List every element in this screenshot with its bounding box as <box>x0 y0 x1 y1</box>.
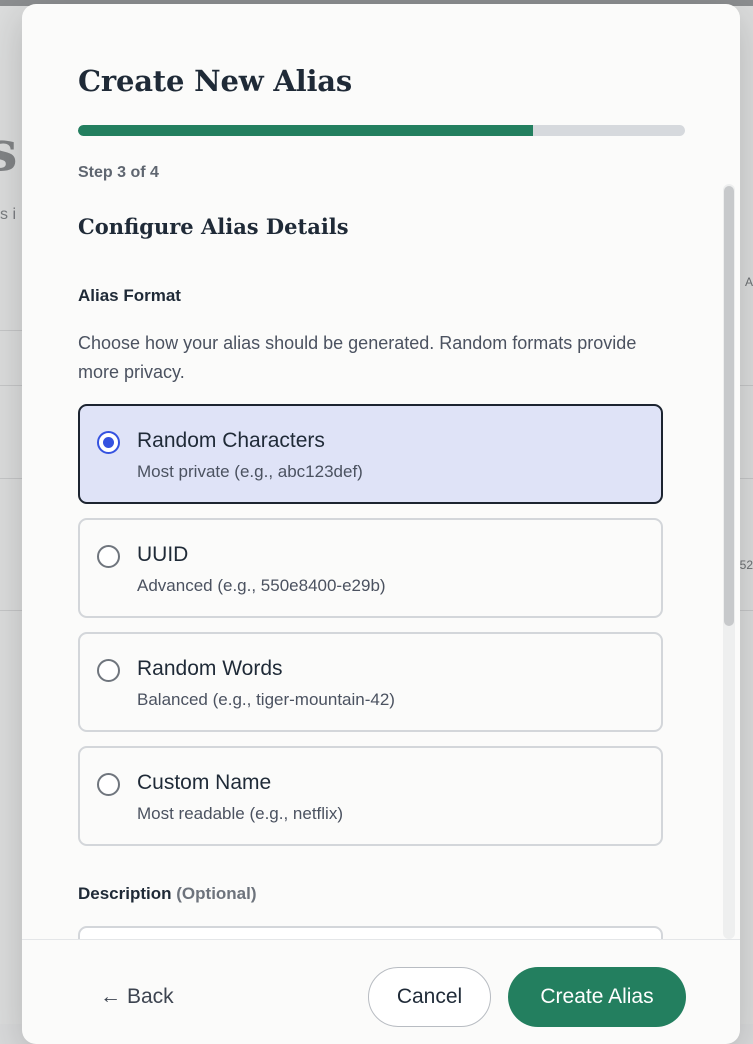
background-text-fragment: s i <box>0 206 16 224</box>
option-subtitle: Most private (e.g., abc123def) <box>137 462 363 482</box>
section-title: Configure Alias Details <box>78 214 349 239</box>
background-divider <box>0 385 22 386</box>
alias-format-help: Choose how your alias should be generate… <box>78 329 678 387</box>
create-alias-modal: Create New Alias Step 3 of 4 Configure A… <box>22 4 740 1044</box>
background-divider <box>739 385 753 386</box>
option-custom-name[interactable]: Custom Name Most readable (e.g., netflix… <box>78 746 663 846</box>
option-subtitle: Most readable (e.g., netflix) <box>137 804 343 824</box>
option-title: Random Words <box>137 657 283 681</box>
back-button-label: Back <box>127 985 174 1009</box>
radio-icon[interactable] <box>97 545 120 568</box>
option-uuid[interactable]: UUID Advanced (e.g., 550e8400-e29b) <box>78 518 663 618</box>
radio-selected-icon[interactable] <box>97 431 120 454</box>
radio-icon[interactable] <box>97 659 120 682</box>
step-indicator: Step 3 of 4 <box>78 164 159 182</box>
arrow-left-icon: ← <box>100 985 121 1009</box>
option-random-words[interactable]: Random Words Balanced (e.g., tiger-mount… <box>78 632 663 732</box>
description-label: Description (Optional) <box>78 884 257 904</box>
modal-title: Create New Alias <box>78 64 352 98</box>
background-right-fragment: A <box>745 275 753 289</box>
option-subtitle: Advanced (e.g., 550e8400-e29b) <box>137 576 386 596</box>
back-button[interactable]: ← Back <box>100 985 174 1009</box>
background-heading-fragment: s <box>0 118 18 184</box>
option-random-characters[interactable]: Random Characters Most private (e.g., ab… <box>78 404 663 504</box>
option-subtitle: Balanced (e.g., tiger-mountain-42) <box>137 690 395 710</box>
description-label-text: Description <box>78 884 172 903</box>
background-divider <box>0 478 22 479</box>
alias-format-label: Alias Format <box>78 286 181 306</box>
description-input[interactable] <box>78 926 663 939</box>
background-divider <box>739 610 753 611</box>
progress-bar <box>78 125 685 136</box>
background-divider <box>739 478 753 479</box>
option-title: Custom Name <box>137 771 271 795</box>
background-divider <box>0 330 22 331</box>
background-divider <box>0 610 22 611</box>
option-title: UUID <box>137 543 188 567</box>
create-alias-button[interactable]: Create Alias <box>508 967 686 1027</box>
background-right-fragment: 52 <box>740 558 753 572</box>
option-title: Random Characters <box>137 429 325 453</box>
cancel-button[interactable]: Cancel <box>368 967 491 1027</box>
modal-body: Configure Alias Details Alias Format Cho… <box>22 189 740 939</box>
progress-fill <box>78 125 533 136</box>
optional-hint: (Optional) <box>176 884 256 903</box>
radio-icon[interactable] <box>97 773 120 796</box>
footer-divider <box>22 939 740 940</box>
